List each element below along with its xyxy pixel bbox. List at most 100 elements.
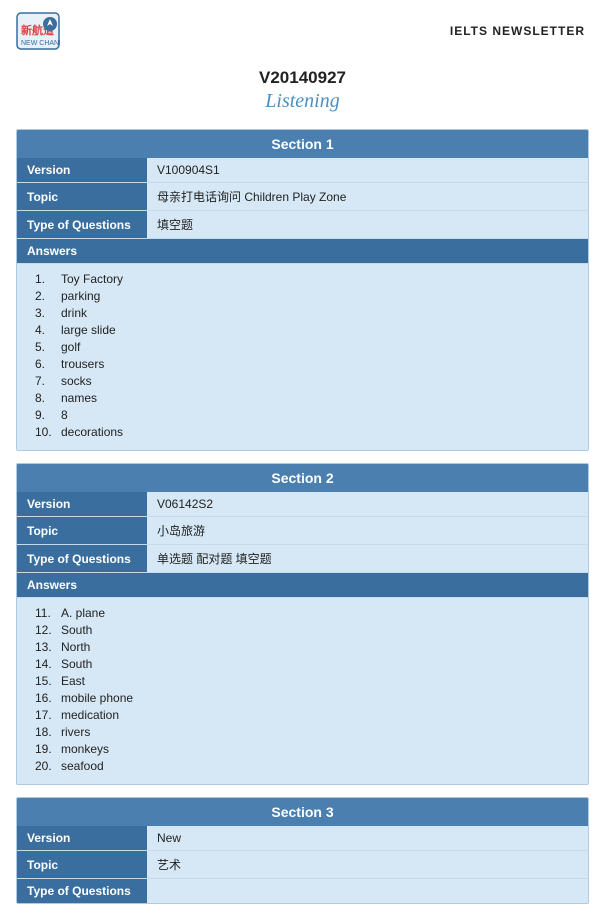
answer-text: large slide [61, 323, 116, 337]
list-item: 9.8 [35, 406, 578, 423]
questions-value: 填空题 [147, 211, 588, 238]
section-1-version-row: Version V100904S1 [17, 158, 588, 183]
list-item: 4. large slide [35, 321, 578, 338]
answer-text: parking [61, 289, 100, 303]
sections-container: Section 1 Version V100904S1 Topic 母亲打电话询… [0, 129, 605, 904]
newsletter-title: IELTS NEWSLETTER [450, 24, 585, 38]
answer-number: 19. [35, 742, 55, 756]
section-2: Section 2 Version V06142S2 Topic 小岛旅游 Ty… [16, 463, 589, 785]
answer-number: 2. [35, 289, 55, 303]
section-1-answers-label: Answers [17, 239, 588, 264]
section-2-answers-body: 11. A. plane 12. South 13. North 14. South 15. Ea… [17, 598, 588, 784]
questions-label: Type of Questions [17, 879, 147, 903]
answer-number: 5. [35, 340, 55, 354]
questions-label: Type of Questions [17, 211, 147, 238]
questions-value [147, 879, 588, 903]
answer-text: rivers [61, 725, 90, 739]
topic-label: Topic [17, 851, 147, 878]
answer-text: North [61, 640, 90, 654]
page-header: 新航道 NEW CHANNEL IELTS NEWSLETTER [0, 0, 605, 58]
answer-text: mobile phone [61, 691, 133, 705]
answer-text: drink [61, 306, 87, 320]
main-title-block: V20140927 Listening [0, 58, 605, 117]
section-3-topic-row: Topic 艺术 [17, 851, 588, 879]
list-item: 10. decorations [35, 423, 578, 440]
answer-number: 11. [35, 606, 55, 620]
title-subtitle: Listening [0, 90, 605, 113]
answer-text: Toy Factory [61, 272, 123, 286]
list-item: 8. names [35, 389, 578, 406]
version-label: Version [17, 826, 147, 850]
answer-number: 7. [35, 374, 55, 388]
answer-number: 1. [35, 272, 55, 286]
list-item: 12. South [35, 621, 578, 638]
list-item: 2. parking [35, 287, 578, 304]
answer-text: seafood [61, 759, 104, 773]
version-value: V06142S2 [147, 492, 588, 516]
section-1-answers-body: 1. Toy Factory 2. parking 3. drink 4. large sli… [17, 264, 588, 450]
answer-text: monkeys [61, 742, 109, 756]
answer-text: 8 [61, 408, 68, 422]
answer-text: golf [61, 340, 80, 354]
title-code: V20140927 [0, 68, 605, 88]
logo-icon: 新航道 NEW CHANNEL [16, 12, 60, 50]
list-item: 1. Toy Factory [35, 270, 578, 287]
list-item: 7. socks [35, 372, 578, 389]
section-1: Section 1 Version V100904S1 Topic 母亲打电话询… [16, 129, 589, 451]
answer-number: 17. [35, 708, 55, 722]
answer-text: socks [61, 374, 92, 388]
answer-number: 14. [35, 657, 55, 671]
section-2-header: Section 2 [17, 464, 588, 492]
answer-text: names [61, 391, 97, 405]
answer-number: 12. [35, 623, 55, 637]
list-item: 14. South [35, 655, 578, 672]
list-item: 20. seafood [35, 757, 578, 774]
list-item: 13. North [35, 638, 578, 655]
questions-value: 单选题 配对题 填空题 [147, 545, 588, 572]
answer-number: 3. [35, 306, 55, 320]
version-value: New [147, 826, 588, 850]
topic-value: 小岛旅游 [147, 517, 588, 544]
section-1-questions-row: Type of Questions 填空题 [17, 211, 588, 239]
questions-label: Type of Questions [17, 545, 147, 572]
answer-text: medication [61, 708, 119, 722]
section-1-header: Section 1 [17, 130, 588, 158]
section-2-questions-row: Type of Questions 单选题 配对题 填空题 [17, 545, 588, 573]
answer-number: 4. [35, 323, 55, 337]
section-2-version-row: Version V06142S2 [17, 492, 588, 517]
answer-number: 10. [35, 425, 55, 439]
answer-text: decorations [61, 425, 123, 439]
answer-number: 6. [35, 357, 55, 371]
topic-value: 艺术 [147, 851, 588, 878]
logo: 新航道 NEW CHANNEL [16, 12, 66, 50]
list-item: 19. monkeys [35, 740, 578, 757]
answer-text: A. plane [61, 606, 105, 620]
answer-number: 16. [35, 691, 55, 705]
list-item: 3. drink [35, 304, 578, 321]
section-3-version-row: Version New [17, 826, 588, 851]
section-3-questions-row: Type of Questions [17, 879, 588, 903]
list-item: 18. rivers [35, 723, 578, 740]
list-item: 16. mobile phone [35, 689, 578, 706]
answer-number: 15. [35, 674, 55, 688]
version-value: V100904S1 [147, 158, 588, 182]
answer-text: South [61, 623, 92, 637]
list-item: 11. A. plane [35, 604, 578, 621]
answer-text: East [61, 674, 85, 688]
section-1-topic-row: Topic 母亲打电话询问 Children Play Zone [17, 183, 588, 211]
version-label: Version [17, 492, 147, 516]
version-label: Version [17, 158, 147, 182]
list-item: 6.trousers [35, 355, 578, 372]
section-2-answers-label: Answers [17, 573, 588, 598]
answer-number: 18. [35, 725, 55, 739]
section-3: Section 3 Version New Topic 艺术 Type of Q… [16, 797, 589, 904]
answer-number: 9. [35, 408, 55, 422]
answer-number: 8. [35, 391, 55, 405]
list-item: 17. medication [35, 706, 578, 723]
section-3-header: Section 3 [17, 798, 588, 826]
list-item: 15. East [35, 672, 578, 689]
list-item: 5. golf [35, 338, 578, 355]
answer-text: South [61, 657, 92, 671]
answer-number: 20. [35, 759, 55, 773]
answer-number: 13. [35, 640, 55, 654]
